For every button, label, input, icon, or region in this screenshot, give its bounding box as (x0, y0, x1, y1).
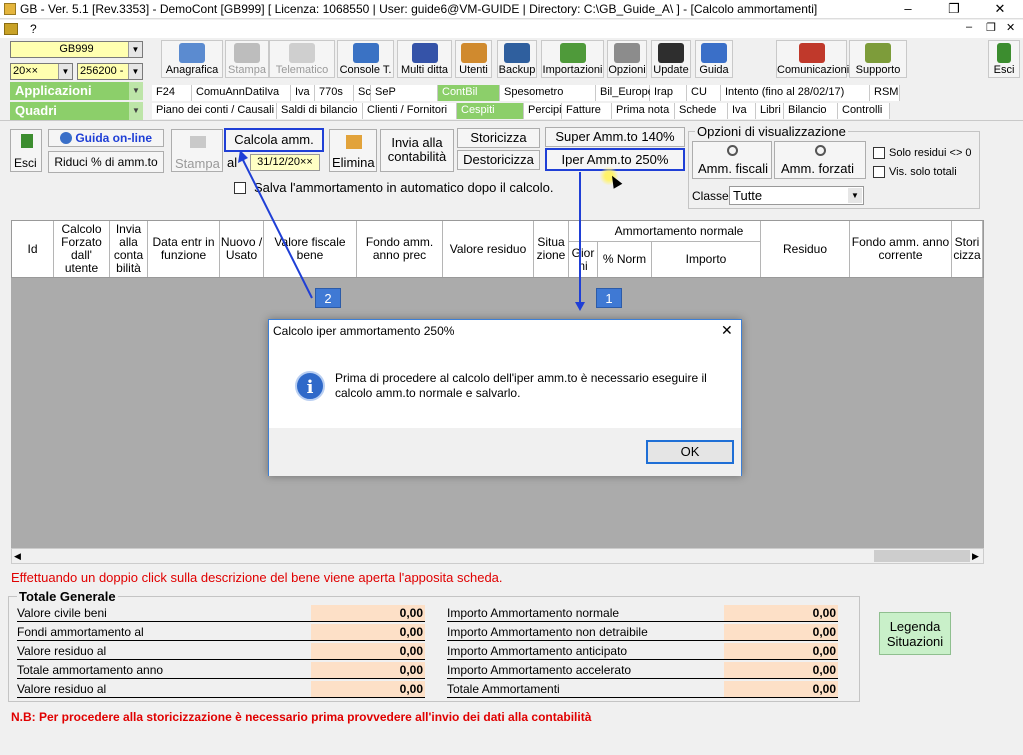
info-icon: i (295, 371, 325, 401)
badge-2: 2 (315, 288, 341, 308)
ok-button[interactable]: OK (646, 440, 734, 464)
dialog-message: Prima di procedere al calcolo dell'iper … (335, 371, 707, 400)
arrowhead-1 (575, 302, 585, 311)
arrow-2 (242, 159, 313, 299)
dialog-close-button[interactable]: ✕ (721, 322, 733, 339)
badge-1: 1 (596, 288, 622, 308)
dialog-title: Calcolo iper ammortamento 250% (273, 324, 455, 338)
dialog-footer: OK (269, 428, 741, 476)
iper-dialog: Calcolo iper ammortamento 250% ✕ i Prima… (268, 319, 742, 476)
